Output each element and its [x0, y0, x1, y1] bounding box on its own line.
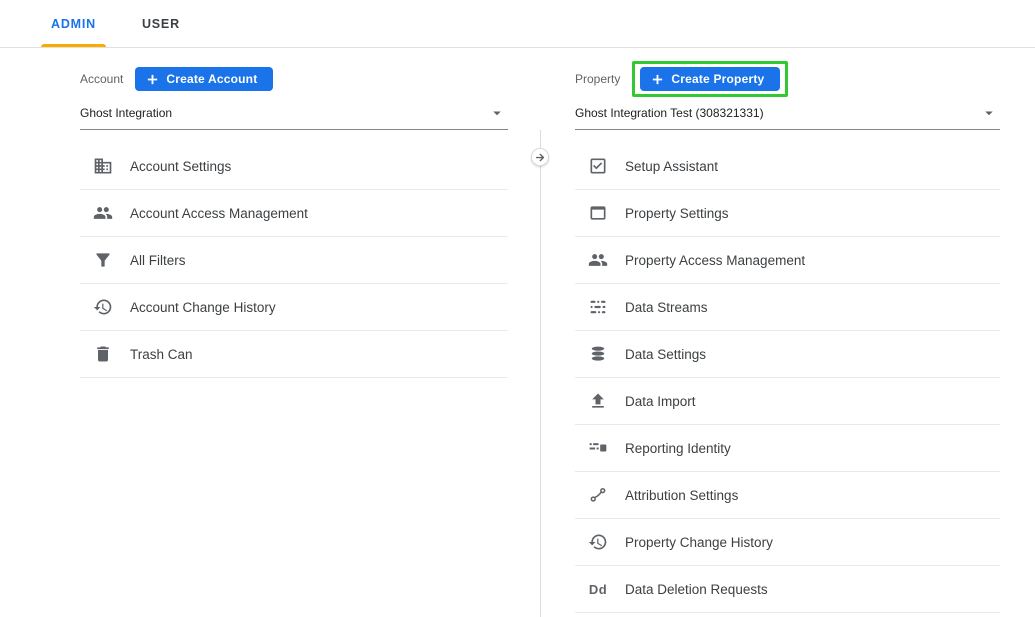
menu-item-setup-assistant[interactable]: Setup Assistant	[575, 143, 1000, 190]
column-divider	[540, 130, 541, 617]
people-icon	[587, 249, 609, 271]
menu-item-property-change-history[interactable]: Property Change History	[575, 519, 1000, 566]
menu-item-label: Trash Can	[130, 347, 193, 362]
menu-item-label: Data Deletion Requests	[625, 582, 768, 597]
create-property-button-label: Create Property	[671, 72, 764, 86]
menu-item-property-settings[interactable]: Property Settings	[575, 190, 1000, 237]
menu-item-label: Data Streams	[625, 300, 708, 315]
create-property-button[interactable]: Create Property	[640, 67, 780, 91]
people-icon	[92, 202, 114, 224]
menu-item-label: Setup Assistant	[625, 159, 718, 174]
filter-icon	[92, 249, 114, 271]
property-selector[interactable]: Ghost Integration Test (308321331)	[575, 100, 1000, 130]
dd-icon: Dd	[587, 578, 609, 600]
history-icon	[92, 296, 114, 318]
chevron-down-icon	[980, 104, 998, 122]
account-selector-value: Ghost Integration	[80, 106, 172, 120]
attribution-icon	[587, 484, 609, 506]
tab-user[interactable]: USER	[126, 0, 196, 47]
upload-icon	[587, 390, 609, 412]
reporting-identity-icon	[587, 437, 609, 459]
menu-item-label: Account Change History	[130, 300, 276, 315]
admin-tab-bar: ADMIN USER	[0, 0, 1035, 48]
data-layers-icon	[587, 343, 609, 365]
chevron-down-icon	[488, 104, 506, 122]
menu-item-label: Reporting Identity	[625, 441, 731, 456]
account-menu: Account Settings Account Access Manageme…	[80, 143, 508, 378]
create-account-button[interactable]: Create Account	[135, 67, 273, 91]
menu-item-account-change-history[interactable]: Account Change History	[80, 284, 508, 331]
menu-item-label: Attribution Settings	[625, 488, 738, 503]
menu-item-label: Property Change History	[625, 535, 773, 550]
menu-item-data-deletion-requests[interactable]: Dd Data Deletion Requests	[575, 566, 1000, 613]
menu-item-label: Account Access Management	[130, 206, 308, 221]
account-selector[interactable]: Ghost Integration	[80, 100, 508, 130]
menu-item-property-access-management[interactable]: Property Access Management	[575, 237, 1000, 284]
arrow-right-icon	[535, 152, 546, 163]
menu-item-account-settings[interactable]: Account Settings	[80, 143, 508, 190]
menu-item-label: Data Settings	[625, 347, 706, 362]
history-icon	[587, 531, 609, 553]
trash-icon	[92, 343, 114, 365]
menu-item-label: Data Import	[625, 394, 696, 409]
property-menu: Setup Assistant Property Settings Proper…	[575, 143, 1000, 613]
account-column-header: Account Create Account	[80, 66, 508, 92]
menu-item-label: All Filters	[130, 253, 186, 268]
plus-icon	[651, 73, 664, 86]
property-column-header: Property Create Property	[575, 66, 1000, 92]
menu-item-all-filters[interactable]: All Filters	[80, 237, 508, 284]
property-selector-value: Ghost Integration Test (308321331)	[575, 106, 764, 120]
menu-item-data-settings[interactable]: Data Settings	[575, 331, 1000, 378]
menu-item-data-streams[interactable]: Data Streams	[575, 284, 1000, 331]
menu-item-label: Property Settings	[625, 206, 729, 221]
green-highlight-box: Create Property	[632, 61, 788, 97]
property-column: Property Create Property Ghost Integrati…	[575, 66, 1000, 613]
menu-item-label: Property Access Management	[625, 253, 805, 268]
account-label: Account	[80, 72, 123, 86]
menu-item-trash-can[interactable]: Trash Can	[80, 331, 508, 378]
setup-assistant-icon	[587, 155, 609, 177]
data-streams-icon	[587, 296, 609, 318]
menu-item-attribution-settings[interactable]: Attribution Settings	[575, 472, 1000, 519]
menu-item-data-import[interactable]: Data Import	[575, 378, 1000, 425]
account-column: Account Create Account Ghost Integration…	[80, 66, 508, 378]
plus-icon	[146, 73, 159, 86]
business-icon	[92, 155, 114, 177]
create-account-button-label: Create Account	[166, 72, 257, 86]
menu-item-label: Account Settings	[130, 159, 231, 174]
collapse-column-button[interactable]	[531, 148, 549, 166]
menu-item-account-access-management[interactable]: Account Access Management	[80, 190, 508, 237]
menu-item-reporting-identity[interactable]: Reporting Identity	[575, 425, 1000, 472]
tab-admin[interactable]: ADMIN	[35, 0, 112, 47]
property-frame-icon	[587, 202, 609, 224]
property-label: Property	[575, 72, 620, 86]
